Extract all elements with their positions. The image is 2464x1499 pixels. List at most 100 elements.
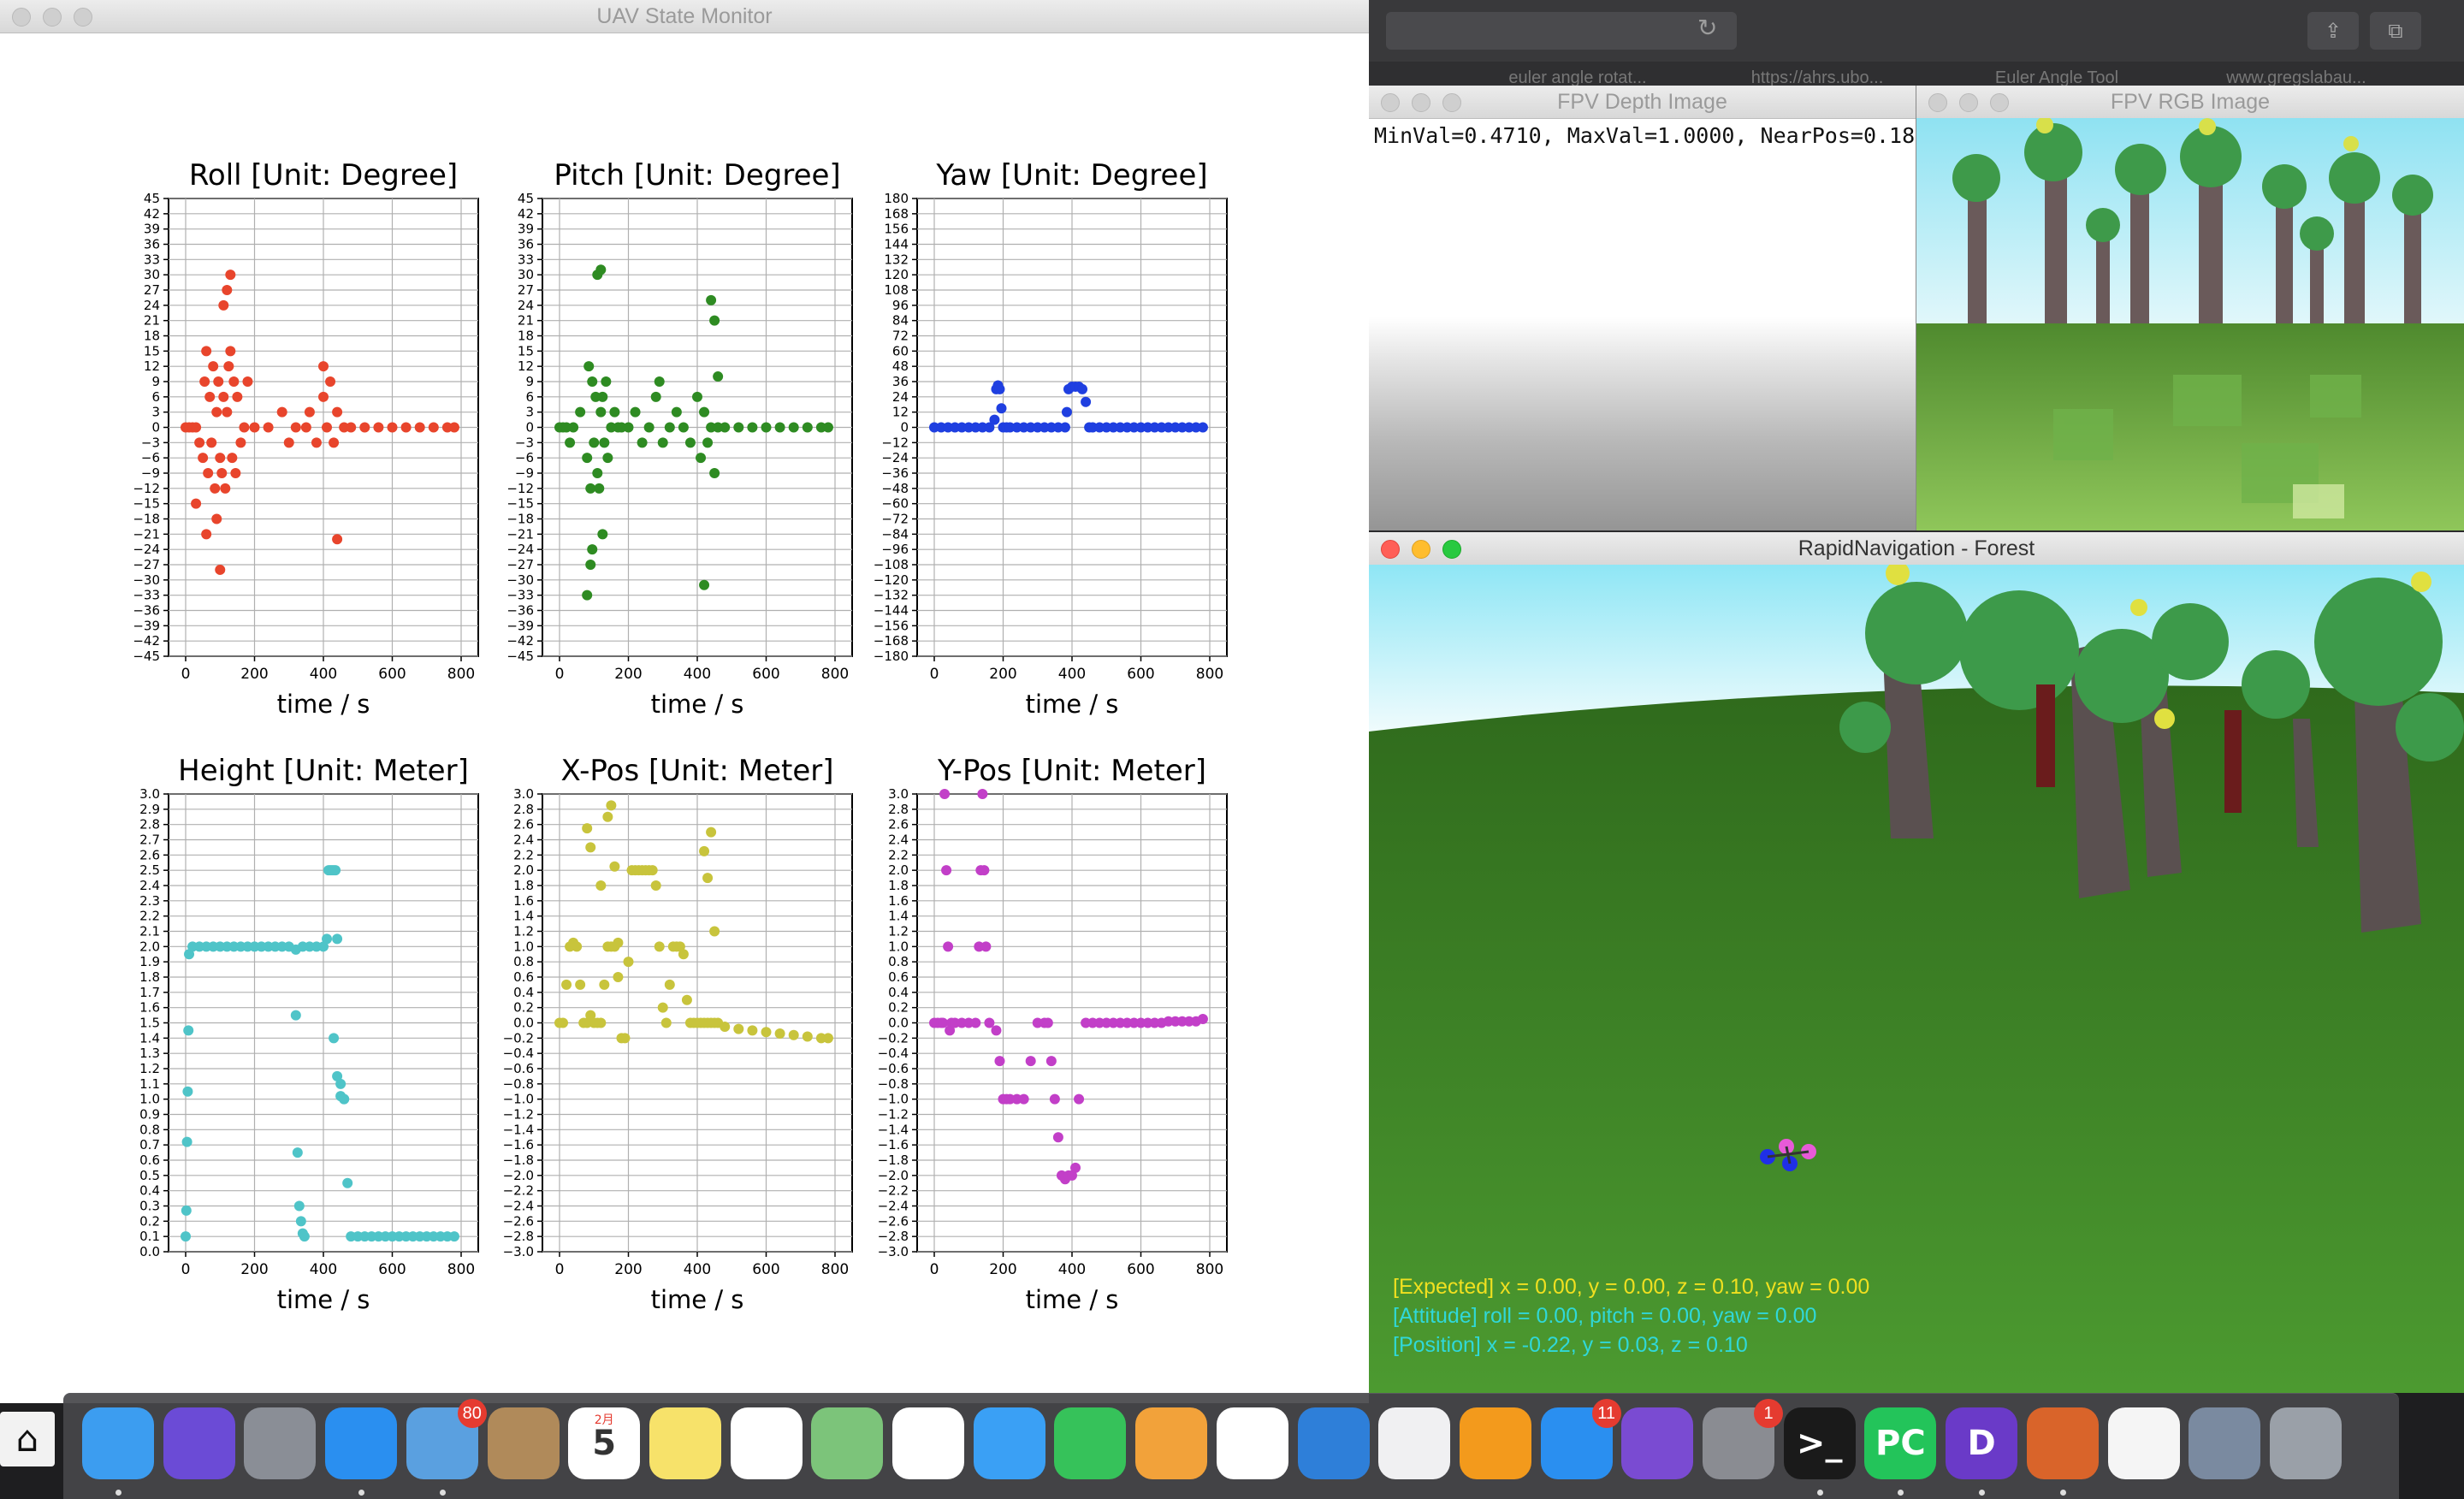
y-tick-label: 1.0 [888,939,909,954]
y-tick-label: −0.4 [503,1046,534,1061]
x-axis-label: time / s [651,1285,744,1314]
data-point [822,422,833,433]
y-tick-label: −3.0 [503,1244,534,1259]
x-tick-label: 800 [447,666,475,683]
y-tick-label: 30 [518,267,534,282]
data-point [293,1200,305,1212]
checkbox-icon[interactable] [1621,1407,1694,1479]
y-tick-label: 1.0 [139,1092,160,1107]
data-point [1077,383,1088,394]
data-point [300,422,311,433]
data-point [709,468,720,478]
appstore-badge: 11 [1591,1399,1621,1428]
facetime-icon[interactable] [1054,1407,1127,1479]
browser-toolbar: ↻ ⇪ ⧉ [1369,0,2464,62]
chart-panel: −45−42−39−36−33−30−27−24−21−18−15−12−9−6… [506,158,853,719]
calendar-icon[interactable]: 5 2月 [568,1407,641,1479]
data-point [943,941,954,952]
y-tick-label: 0.3 [139,1199,160,1214]
reload-icon[interactable]: ↻ [1697,15,1723,41]
y-tick-label: 0.8 [888,954,909,969]
data-point [587,544,598,555]
data-point [613,937,624,948]
maps-icon[interactable] [811,1407,884,1479]
compass-icon[interactable] [325,1407,398,1479]
data-point [582,453,593,464]
photos-icon[interactable] [892,1407,964,1479]
x-tick-label: 600 [1127,666,1154,683]
y-tick-label: 2.0 [139,939,160,954]
chart-panel: 0.00.10.20.30.40.50.60.70.80.91.01.11.21… [139,754,479,1314]
x-tick-label: 200 [614,1261,642,1278]
share-button[interactable]: ⇪ [2307,12,2359,50]
y-tick-label: −0.8 [878,1076,909,1092]
y-tick-label: 12 [892,405,909,420]
y-tick-label: −60 [881,496,909,512]
document-icon[interactable] [2107,1407,2180,1479]
data-point [276,406,287,418]
data-point [242,376,253,387]
finder-icon[interactable] [82,1407,154,1479]
contacts-icon[interactable] [487,1407,560,1479]
preferences-badge: 1 [1754,1399,1783,1428]
y-tick-label: 168 [884,206,909,222]
data-point [210,483,221,494]
rocket-icon[interactable] [244,1407,317,1479]
browser-address-bar[interactable] [1386,12,1737,50]
y-tick-label: −2.0 [878,1168,909,1183]
data-point [428,422,439,433]
pages-icon[interactable] [1135,1407,1208,1479]
y-tick-label: 30 [144,267,160,282]
y-tick-label: 2.2 [139,909,160,924]
data-point [984,1017,995,1028]
data-point [582,823,593,834]
siri-icon[interactable] [163,1407,235,1479]
y-tick-label: 2.0 [888,862,909,878]
data-point [299,1231,310,1242]
trash-icon[interactable] [2269,1407,2342,1479]
terminal-icon[interactable]: >_ [1783,1407,1856,1479]
y-tick-label: 0.8 [513,954,534,969]
y-tick-label: −0.8 [503,1076,534,1092]
mail-icon[interactable]: 80 [406,1399,487,1479]
data-point [1197,1014,1208,1025]
running-indicator [1979,1490,1986,1496]
reminders-icon[interactable] [730,1407,803,1479]
data-point [199,376,210,387]
y-tick-label: 6 [151,389,160,405]
pycharm-icon[interactable]: PC [1864,1407,1937,1479]
datagrip-icon[interactable]: D [1946,1407,2018,1479]
appstore-icon[interactable]: 11 [1540,1399,1621,1479]
data-point [587,376,598,387]
matlab-icon[interactable] [2026,1407,2099,1479]
y-tick-label: 2.3 [139,893,160,909]
books-icon[interactable] [1459,1407,1531,1479]
messages-icon[interactable] [973,1407,1045,1479]
y-tick-label: −168 [874,633,909,649]
data-point [979,865,990,876]
data-point [206,437,217,448]
data-point [594,483,605,494]
folder-icon[interactable] [2189,1407,2261,1479]
data-point [230,468,241,478]
y-tick-label: −12 [133,481,160,496]
data-point [568,422,579,433]
music-icon[interactable] [1378,1407,1451,1479]
y-tick-label: 24 [518,298,534,313]
y-tick-label: 0.8 [139,1122,160,1137]
data-point [654,376,665,387]
y-tick-label: 2.5 [139,862,160,878]
data-point [332,534,343,545]
data-point [623,957,634,968]
tabs-overview-button[interactable]: ⧉ [2370,12,2421,50]
gear-icon[interactable]: 1 [1703,1399,1783,1479]
notes-icon[interactable] [649,1407,721,1479]
home-button[interactable]: ⌂ [0,1412,55,1466]
numbers-icon[interactable] [1216,1407,1288,1479]
y-tick-label: −27 [133,557,160,572]
fpv-rgb-window: FPV RGB Image [1916,86,2464,530]
keynote-icon[interactable] [1297,1407,1370,1479]
y-tick-label: −2.8 [503,1229,534,1244]
data-point [989,414,1000,425]
data-point [565,437,576,448]
